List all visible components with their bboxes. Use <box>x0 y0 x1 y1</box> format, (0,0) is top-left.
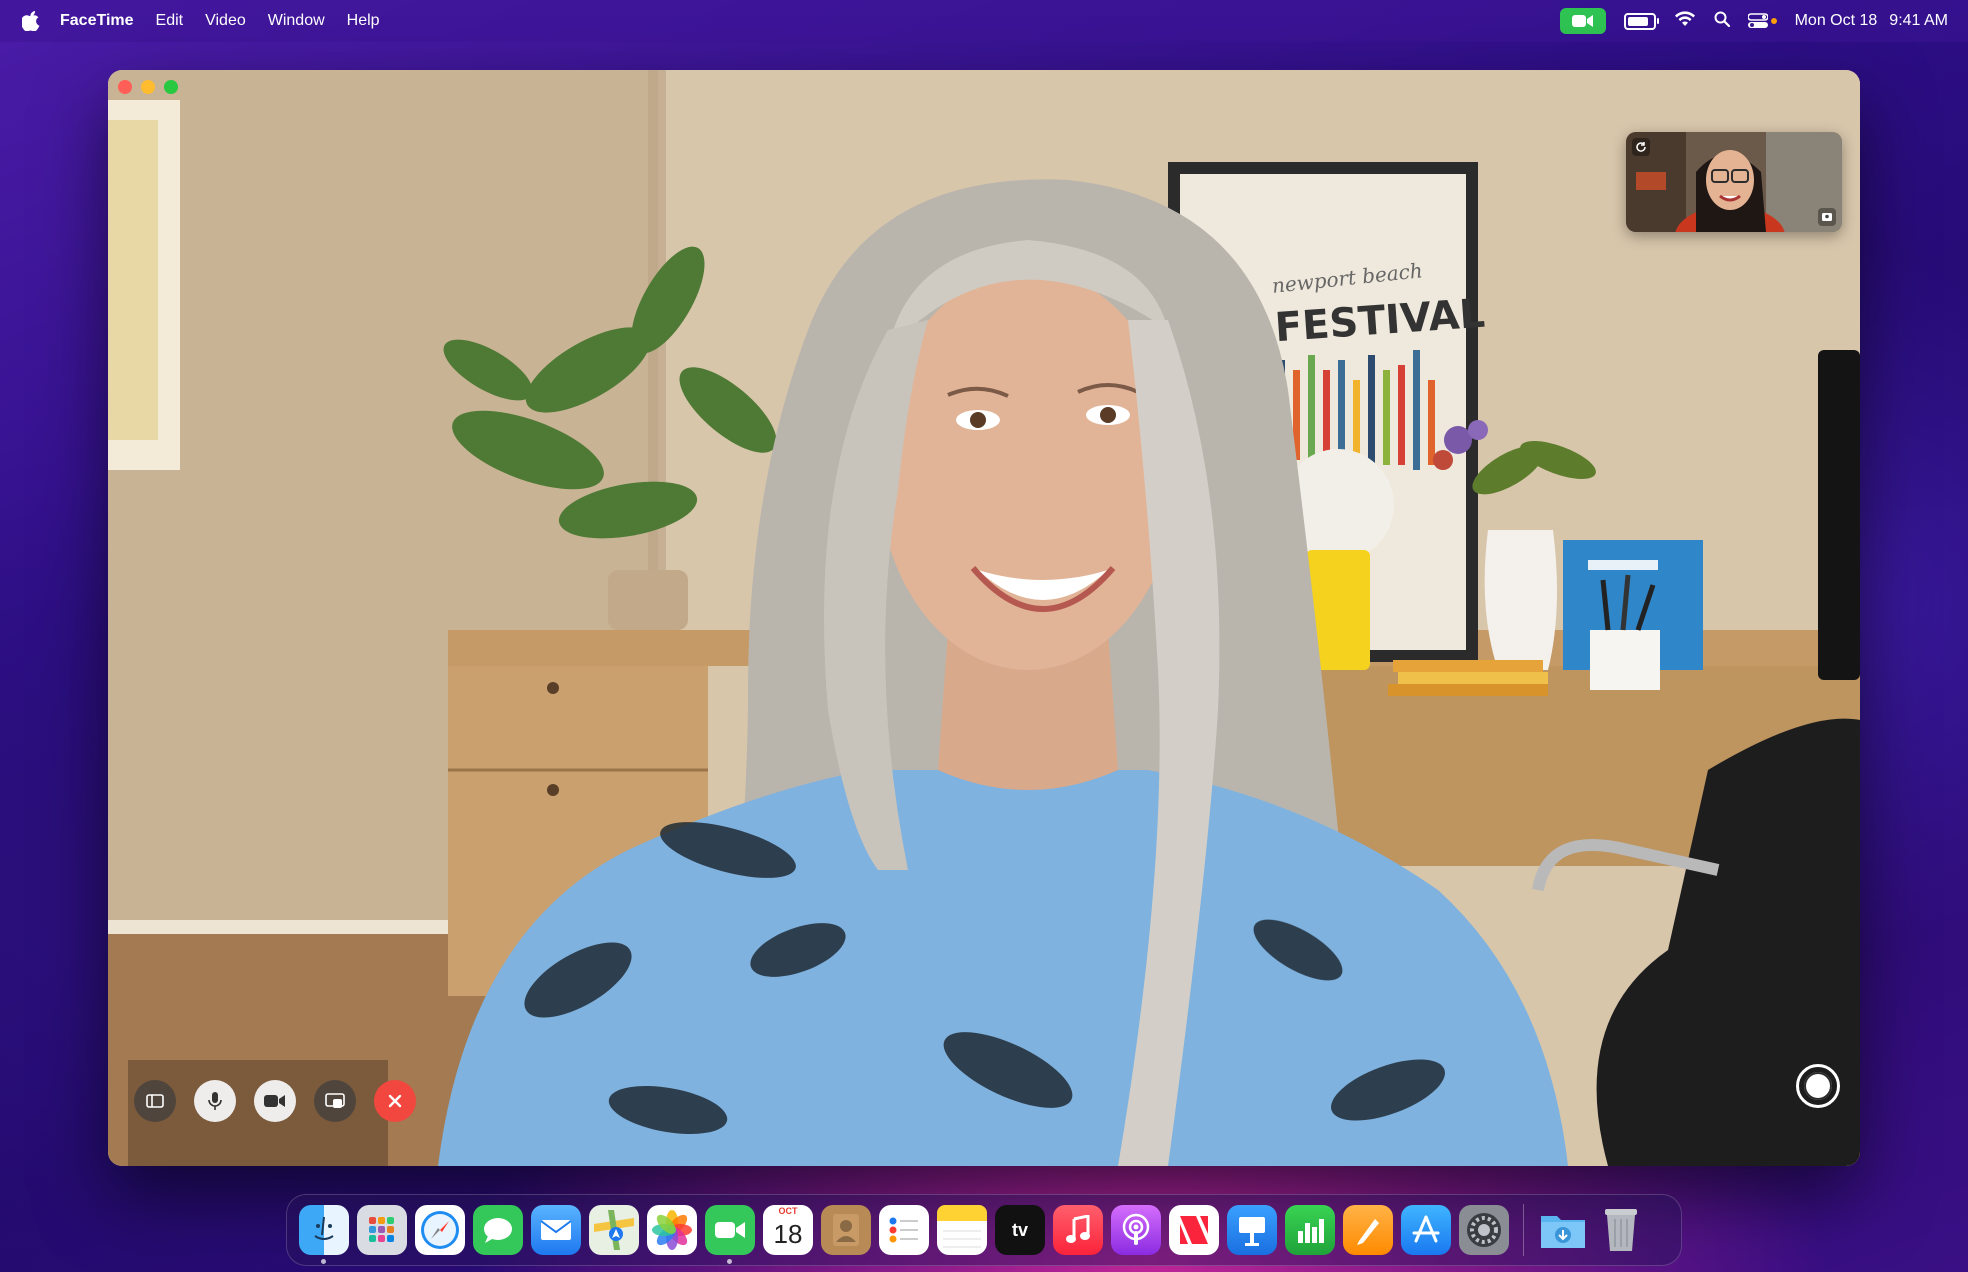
music-icon[interactable] <box>1053 1205 1103 1255</box>
menu-edit[interactable]: Edit <box>156 12 184 30</box>
dock-separator <box>1523 1204 1524 1256</box>
window-controls <box>118 80 178 94</box>
camera-in-use-icon[interactable] <box>1559 8 1606 34</box>
spotlight-search-icon[interactable] <box>1714 11 1730 32</box>
apple-tv-label: tv <box>1011 1219 1028 1240</box>
menu-bar: FaceTime Edit Video Window Help Mon Oct … <box>0 0 1968 42</box>
rotate-camera-icon[interactable] <box>1632 138 1650 156</box>
dock: OCT 18 tv <box>286 1194 1682 1266</box>
safari-icon[interactable] <box>415 1205 465 1255</box>
facetime-icon[interactable] <box>705 1205 755 1264</box>
menubar-time: 9:41 AM <box>1889 12 1948 29</box>
calendar-month: OCT <box>763 1205 813 1217</box>
screen-share-icon <box>325 1093 345 1108</box>
call-controls <box>134 1080 416 1122</box>
calendar-day: 18 <box>773 1219 803 1249</box>
downloads-folder-icon[interactable] <box>1538 1205 1588 1255</box>
running-indicator <box>727 1259 732 1264</box>
share-screen-button[interactable] <box>314 1080 356 1122</box>
wifi-icon[interactable] <box>1674 10 1696 32</box>
contacts-icon[interactable] <box>821 1205 871 1255</box>
mute-button[interactable] <box>194 1080 236 1122</box>
sidebar-icon <box>146 1094 164 1108</box>
close-window-button[interactable] <box>118 80 132 94</box>
camera-toggle-button[interactable] <box>254 1080 296 1122</box>
maps-icon[interactable] <box>589 1205 639 1255</box>
messages-icon[interactable] <box>473 1205 523 1255</box>
self-view[interactable] <box>1626 132 1842 232</box>
app-store-icon[interactable] <box>1401 1205 1451 1255</box>
system-preferences-icon[interactable] <box>1459 1205 1509 1255</box>
launchpad-icon[interactable] <box>357 1205 407 1255</box>
apple-menu-icon[interactable] <box>20 10 42 32</box>
facetime-window: newport beach JAZZ FESTIVAL <box>108 70 1860 1166</box>
take-live-photo-button[interactable] <box>1796 1064 1840 1108</box>
menu-help[interactable]: Help <box>347 12 380 30</box>
running-indicator <box>321 1259 326 1264</box>
photos-icon[interactable] <box>647 1205 697 1255</box>
mail-icon[interactable] <box>531 1205 581 1255</box>
sidebar-toggle-button[interactable] <box>134 1080 176 1122</box>
microphone-icon <box>208 1092 222 1110</box>
keynote-icon[interactable] <box>1227 1205 1277 1255</box>
end-call-button[interactable] <box>374 1080 416 1122</box>
numbers-icon[interactable] <box>1285 1205 1335 1255</box>
battery-icon[interactable] <box>1623 12 1659 30</box>
apple-tv-icon[interactable]: tv <box>995 1205 1045 1255</box>
calendar-icon[interactable]: OCT 18 <box>763 1205 813 1255</box>
trash-icon[interactable] <box>1596 1205 1646 1255</box>
camera-active-dot <box>1770 18 1777 24</box>
menu-window[interactable]: Window <box>268 12 325 30</box>
shutter-icon <box>1804 1072 1832 1100</box>
podcasts-icon[interactable] <box>1111 1205 1161 1255</box>
notes-icon[interactable] <box>937 1205 987 1255</box>
reminders-icon[interactable] <box>879 1205 929 1255</box>
status-area: Mon Oct 18 9:41 AM <box>1559 0 1948 42</box>
remote-video-feed: newport beach JAZZ FESTIVAL <box>108 70 1860 1166</box>
battery-level <box>1627 16 1648 26</box>
menu-video[interactable]: Video <box>205 12 246 30</box>
close-icon <box>388 1094 402 1108</box>
menubar-clock[interactable]: Mon Oct 18 9:41 AM <box>1795 12 1948 30</box>
minimize-window-button[interactable] <box>141 80 155 94</box>
control-center-icon[interactable] <box>1747 13 1777 29</box>
finder-icon[interactable] <box>299 1205 349 1264</box>
zoom-window-button[interactable] <box>164 80 178 94</box>
portrait-mode-icon[interactable] <box>1818 208 1836 226</box>
self-view-feed <box>1626 132 1842 232</box>
news-icon[interactable] <box>1169 1205 1219 1255</box>
pages-icon[interactable] <box>1343 1205 1393 1255</box>
menu-app-name[interactable]: FaceTime <box>60 12 134 30</box>
video-camera-icon <box>264 1095 285 1107</box>
menubar-date: Mon Oct 18 <box>1794 12 1878 29</box>
